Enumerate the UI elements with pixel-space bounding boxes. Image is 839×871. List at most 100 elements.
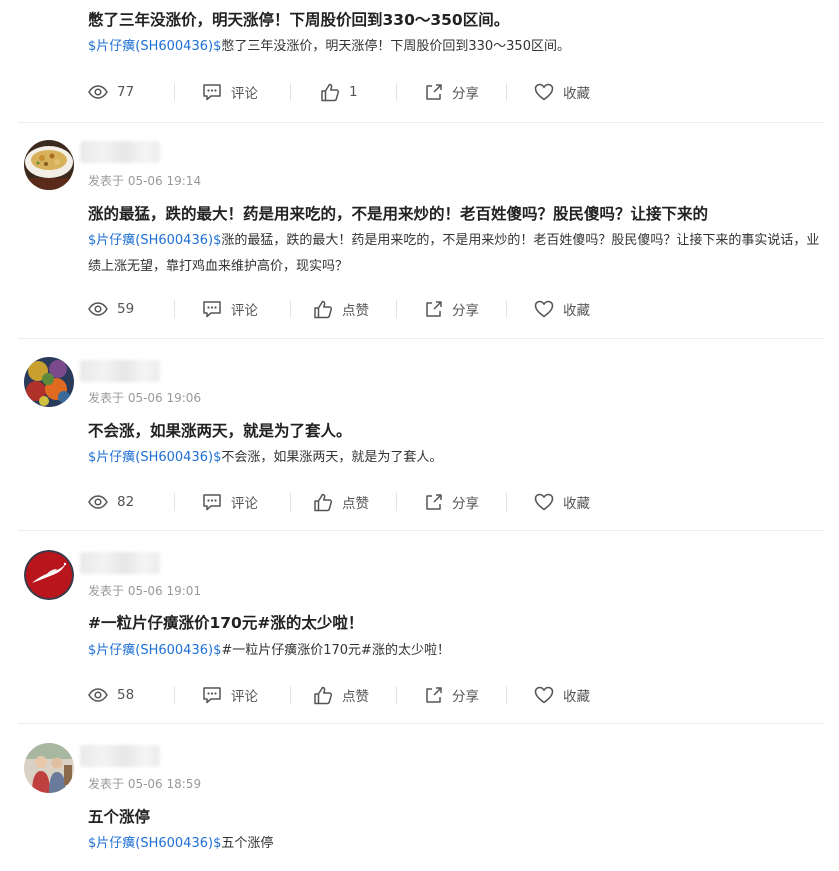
stock-tag-link[interactable]: $片仔癀(SH600436)$: [88, 643, 221, 658]
post-action-bar: 77 评论 1 分享 收藏: [88, 80, 828, 104]
favorite-label: 收藏: [563, 689, 590, 705]
post-body: $片仔癀(SH600436)$五个涨停: [88, 831, 828, 857]
post-body: $片仔癀(SH600436)$#一粒片仔癀涨价170元#涨的太少啦！: [88, 638, 828, 664]
favorite-button[interactable]: 收藏: [534, 80, 590, 104]
views-count-value: 58: [117, 687, 135, 703]
share-button[interactable]: 分享: [425, 80, 479, 104]
favorite-button[interactable]: 收藏: [534, 683, 590, 707]
comment-icon: [203, 687, 221, 704]
comment-button[interactable]: 评论: [202, 683, 258, 707]
share-icon: [426, 687, 442, 703]
username-redacted[interactable]: [80, 360, 160, 382]
comment-label: 评论: [231, 303, 258, 319]
post-title[interactable]: 不会涨，如果涨两天，就是为了套人。: [88, 419, 352, 441]
favorite-button[interactable]: 收藏: [534, 297, 590, 321]
action-divider: [290, 686, 291, 704]
post-body: $片仔癀(SH600436)$憋了三年没涨价，明天涨停！下周股价回到330～35…: [88, 34, 828, 60]
avatar[interactable]: [24, 550, 74, 600]
post-action-bar: 59 评论 点赞 分享 收藏: [88, 297, 828, 321]
comment-icon: [203, 494, 221, 511]
heart-icon: [534, 83, 554, 101]
share-icon: [426, 301, 442, 317]
action-divider: [506, 83, 507, 101]
favorite-label: 收藏: [563, 496, 590, 512]
like-button[interactable]: 1: [320, 80, 358, 104]
comment-label: 评论: [231, 86, 258, 102]
like-button[interactable]: 点赞: [313, 683, 369, 707]
stock-tag-link[interactable]: $片仔癀(SH600436)$: [88, 450, 221, 465]
avatar[interactable]: [24, 140, 74, 190]
share-label: 分享: [452, 303, 479, 319]
post-title[interactable]: #一粒片仔癀涨价170元#涨的太少啦！: [88, 611, 363, 633]
post-title[interactable]: 憋了三年没涨价，明天涨停！下周股价回到330～350区间。: [88, 8, 509, 30]
like-label: 点赞: [342, 689, 369, 705]
like-label: 点赞: [342, 303, 369, 319]
comment-label: 评论: [231, 689, 258, 705]
post-body: $片仔癀(SH600436)$涨的最猛，跌的最大！药是用来吃的，不是用来炒的！老…: [88, 228, 828, 280]
avatar[interactable]: [24, 743, 74, 793]
heart-icon: [534, 686, 554, 704]
post-body-text: 不会涨，如果涨两天，就是为了套人。: [221, 450, 443, 465]
post-title[interactable]: 涨的最猛，跌的最大！药是用来吃的，不是用来炒的！老百姓傻吗？股民傻吗？让接下来的: [88, 202, 708, 224]
favorite-button[interactable]: 收藏: [534, 490, 590, 514]
post-divider: [18, 338, 824, 339]
username-redacted[interactable]: [80, 141, 160, 163]
favorite-label: 收藏: [563, 86, 590, 102]
action-divider: [174, 686, 175, 704]
comment-icon: [203, 301, 221, 318]
share-label: 分享: [452, 86, 479, 102]
comment-label: 评论: [231, 496, 258, 512]
action-divider: [396, 686, 397, 704]
heart-icon: [534, 493, 554, 511]
views-count: 82: [88, 490, 134, 514]
post-action-bar: 58 评论 点赞 分享 收藏: [88, 683, 828, 707]
post-body-text: #一粒片仔癀涨价170元#涨的太少啦！: [221, 643, 450, 658]
action-divider: [174, 300, 175, 318]
action-divider: [174, 83, 175, 101]
post-body-text: 憋了三年没涨价，明天涨停！下周股价回到330～350区间。: [221, 39, 570, 54]
username-redacted[interactable]: [80, 552, 160, 574]
post-timestamp: 发表于 05-06 19:14: [88, 174, 202, 188]
views-count: 77: [88, 80, 134, 104]
post-divider: [18, 723, 824, 724]
like-button[interactable]: 点赞: [313, 490, 369, 514]
comment-button[interactable]: 评论: [202, 297, 258, 321]
stock-tag-link[interactable]: $片仔癀(SH600436)$: [88, 39, 221, 54]
action-divider: [396, 493, 397, 511]
like-button[interactable]: 点赞: [313, 297, 369, 321]
action-divider: [506, 300, 507, 318]
eye-icon: [88, 302, 108, 316]
like-count: 1: [349, 84, 358, 100]
views-count-value: 77: [117, 84, 135, 100]
action-divider: [396, 300, 397, 318]
stock-tag-link[interactable]: $片仔癀(SH600436)$: [88, 836, 221, 851]
share-button[interactable]: 分享: [425, 297, 479, 321]
comment-button[interactable]: 评论: [202, 80, 258, 104]
views-count: 58: [88, 683, 134, 707]
favorite-label: 收藏: [563, 303, 590, 319]
share-button[interactable]: 分享: [425, 683, 479, 707]
eye-icon: [88, 688, 108, 702]
action-divider: [290, 493, 291, 511]
share-icon: [426, 494, 442, 510]
post-timestamp: 发表于 05-06 19:06: [88, 391, 202, 405]
thumbs-up-icon: [321, 83, 340, 101]
thumbs-up-icon: [314, 686, 333, 704]
action-divider: [506, 686, 507, 704]
avatar[interactable]: [24, 357, 74, 407]
post-body-text: 五个涨停: [221, 836, 274, 851]
comment-button[interactable]: 评论: [202, 490, 258, 514]
share-button[interactable]: 分享: [425, 490, 479, 514]
thumbs-up-icon: [314, 300, 333, 318]
action-divider: [290, 300, 291, 318]
username-redacted[interactable]: [80, 745, 160, 767]
post-divider: [18, 122, 824, 123]
thumbs-up-icon: [314, 493, 333, 511]
post-title[interactable]: 五个涨停: [88, 805, 150, 827]
views-count-value: 59: [117, 301, 135, 317]
post-body: $片仔癀(SH600436)$不会涨，如果涨两天，就是为了套人。: [88, 445, 828, 471]
post-action-bar: 82 评论 点赞 分享 收藏: [88, 490, 828, 514]
action-divider: [506, 493, 507, 511]
stock-tag-link[interactable]: $片仔癀(SH600436)$: [88, 233, 221, 248]
action-divider: [290, 83, 291, 101]
